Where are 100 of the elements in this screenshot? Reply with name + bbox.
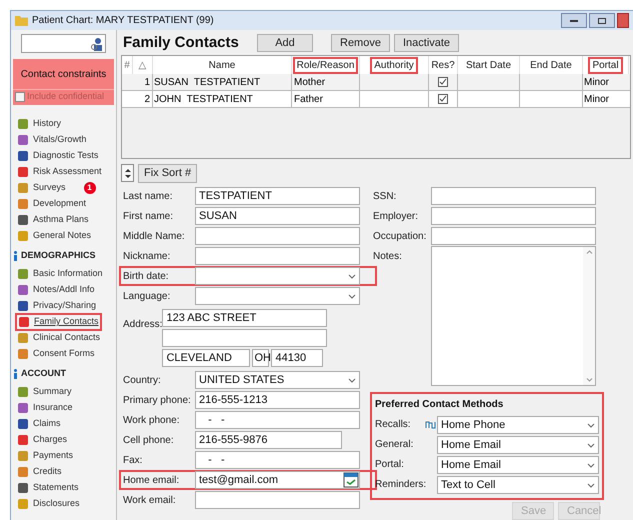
dropdown[interactable]: Home Email <box>437 456 599 474</box>
nav-item[interactable]: Consent Forms <box>17 347 95 361</box>
calendar-check-icon[interactable] <box>343 472 359 488</box>
button[interactable]: Inactivate <box>394 34 460 52</box>
square-icon <box>17 214 29 226</box>
input-field[interactable]: OH <box>252 349 270 367</box>
search-field[interactable] <box>21 34 106 53</box>
input-field[interactable]: TESTPATIENT <box>195 187 360 205</box>
dropdown[interactable]: UNITED STATES <box>195 371 360 389</box>
dropdown[interactable] <box>195 267 360 285</box>
chevron-up-icon[interactable] <box>586 250 592 254</box>
input-field[interactable]: test@gmail.com <box>195 471 360 489</box>
column-header[interactable]: Name <box>208 58 236 72</box>
close-button[interactable] <box>617 13 629 28</box>
nav-item[interactable]: Surveys <box>17 181 66 195</box>
dropdown[interactable] <box>195 287 360 305</box>
column-header[interactable]: # <box>124 58 130 72</box>
field-label: Last name: <box>123 190 174 204</box>
square-icon <box>17 182 29 194</box>
input-field[interactable]: 44130 <box>271 349 324 367</box>
column-header[interactable]: Res? <box>431 58 455 72</box>
square-icon <box>17 482 29 494</box>
nav-item[interactable]: Basic Information <box>17 267 103 281</box>
nav-item[interactable]: Diagnostic Tests <box>17 149 98 163</box>
square-icon <box>17 498 29 510</box>
dropdown[interactable]: Home Phone <box>437 416 599 434</box>
link-icon[interactable] <box>425 421 436 429</box>
nav-item[interactable]: Payments <box>17 449 74 463</box>
square-icon <box>17 402 29 414</box>
nav-item[interactable]: General Notes <box>17 229 92 243</box>
nav-item[interactable]: Risk Assessment <box>17 165 102 179</box>
chevron-down-icon <box>348 274 356 278</box>
nav-item[interactable]: History <box>17 117 62 131</box>
button[interactable]: Add <box>257 34 313 52</box>
column-header[interactable]: Role/Reason <box>294 58 358 72</box>
person-search-icon[interactable] <box>90 36 104 50</box>
square-icon <box>17 348 29 360</box>
checkbox[interactable] <box>438 77 448 87</box>
notes-field[interactable] <box>431 246 596 386</box>
square-icon <box>17 284 29 296</box>
input-field[interactable] <box>195 227 360 245</box>
chevron-down-icon <box>587 482 595 488</box>
table-cell: Mother <box>292 74 360 90</box>
field-label: Employer: <box>373 210 420 224</box>
button[interactable]: Fix Sort # <box>138 164 198 182</box>
field-label: Recalls: <box>375 418 412 432</box>
input-field[interactable]: 216-555-1213 <box>195 391 360 409</box>
nav-item[interactable]: Vitals/Growth <box>17 133 86 147</box>
nav-item[interactable]: Statements <box>17 481 79 495</box>
column-header[interactable]: End Date <box>530 58 572 72</box>
nav-item[interactable]: Insurance <box>17 401 73 415</box>
nav-item[interactable]: Privacy/Sharing <box>17 299 96 313</box>
square-icon <box>17 386 29 398</box>
scrollbar[interactable] <box>583 247 595 385</box>
input-field[interactable] <box>431 227 596 245</box>
input-field[interactable]: CLEVELAND <box>162 349 250 367</box>
square-icon <box>17 118 29 130</box>
input-field[interactable]: 216-555-9876 <box>195 431 342 449</box>
column-header[interactable]: Portal <box>589 58 622 72</box>
chevron-down-icon[interactable] <box>586 378 592 382</box>
input-field[interactable] <box>431 207 596 225</box>
input-field[interactable] <box>195 491 360 509</box>
field-label: Middle Name: <box>123 230 186 244</box>
column-header[interactable]: Start Date <box>466 58 512 72</box>
input-field[interactable] <box>195 247 360 265</box>
square-icon <box>17 134 29 146</box>
input-field[interactable]: SUSAN <box>195 207 360 225</box>
chevron-down-icon <box>587 422 595 428</box>
nav-item[interactable]: Disclosures <box>17 497 80 511</box>
nav-item[interactable]: Summary <box>17 385 72 399</box>
nav-item[interactable]: Claims <box>17 417 61 431</box>
dropdown[interactable]: Text to Cell <box>437 476 599 494</box>
dropdown[interactable]: Home Email <box>437 436 599 454</box>
nav-item[interactable]: Clinical Contacts <box>17 331 100 345</box>
nav-item[interactable]: Development <box>17 197 86 211</box>
field-label: Country: <box>123 374 162 388</box>
button[interactable]: Remove <box>331 34 390 52</box>
info-icon <box>13 369 18 379</box>
section-heading: ACCOUNT <box>21 367 66 380</box>
panel-title: Contact constraints <box>20 68 106 82</box>
input-field[interactable] <box>162 329 328 347</box>
nav-item[interactable]: Notes/Addl Info <box>17 283 95 297</box>
column-header[interactable]: △ <box>138 58 146 72</box>
spin-button[interactable] <box>121 164 134 182</box>
column-header[interactable]: Authority <box>371 58 417 72</box>
input-field[interactable]: 123 ABC STREET <box>162 309 328 327</box>
maximize-button[interactable] <box>589 13 615 28</box>
minimize-button[interactable] <box>561 13 587 28</box>
input-field[interactable]: - - <box>195 411 360 429</box>
checkbox-label: Include confidential <box>27 90 104 104</box>
checkbox[interactable] <box>438 94 448 104</box>
chevron-down-icon <box>587 462 595 468</box>
nav-item[interactable]: Asthma Plans <box>17 213 89 227</box>
section-heading: DEMOGRAPHICS <box>21 249 96 262</box>
nav-item[interactable]: Charges <box>17 433 68 447</box>
nav-item[interactable]: Family Contacts <box>17 315 100 329</box>
input-field[interactable]: - - <box>195 451 360 469</box>
field-label: Nickname: <box>123 250 172 264</box>
input-field[interactable] <box>431 187 596 205</box>
nav-item[interactable]: Credits <box>17 465 62 479</box>
